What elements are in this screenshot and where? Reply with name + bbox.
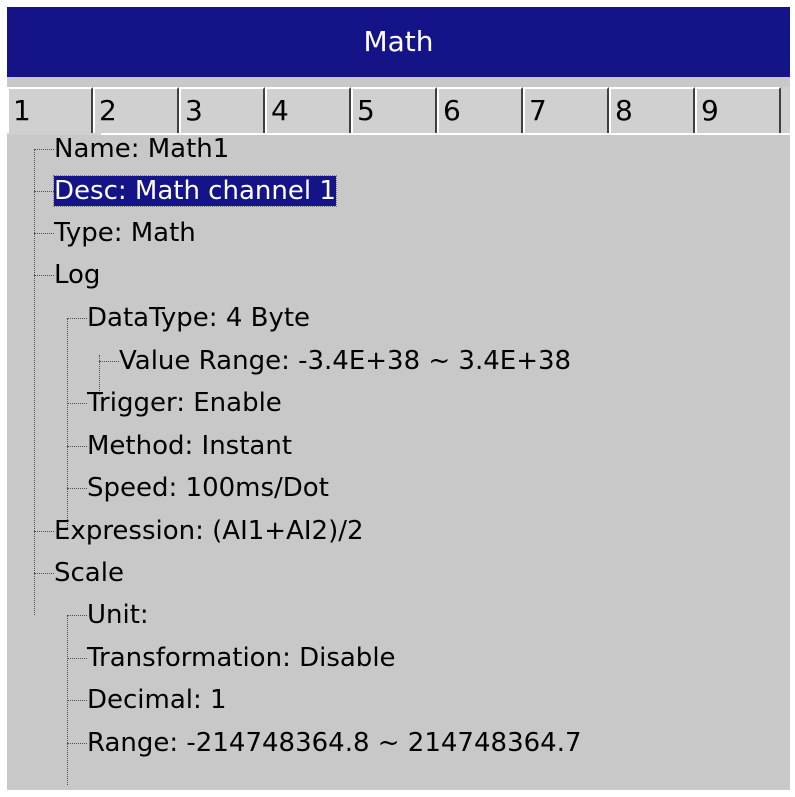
channel-tabs: 1 2 3 4 5 6 7 8 9 xyxy=(7,87,790,135)
tree-item-trigger[interactable]: Trigger: Enable xyxy=(87,386,282,420)
tree-connector-root xyxy=(34,149,35,615)
tree-item-range[interactable]: Range: -214748364.8 ~ 214748364.7 xyxy=(87,726,582,760)
tree-item-expression-label: Expression: (AI1+AI2)/2 xyxy=(54,516,364,546)
tree-branch xyxy=(67,318,87,319)
tree-item-value-range-label: Value Range: -3.4E+38 ~ 3.4E+38 xyxy=(119,346,572,376)
tree-item-name-label: Name: Math1 xyxy=(54,134,230,164)
tree-branch xyxy=(34,233,54,234)
tree-item-decimal[interactable]: Decimal: 1 xyxy=(87,683,227,717)
tree-branch xyxy=(34,149,54,150)
tree-item-type[interactable]: Type: Math xyxy=(54,216,196,250)
tab-3[interactable]: 3 xyxy=(179,87,265,133)
tree-item-method-label: Method: Instant xyxy=(87,431,293,461)
tree-item-scale[interactable]: Scale xyxy=(54,556,124,590)
tab-2[interactable]: 2 xyxy=(93,87,179,133)
tree-item-method[interactable]: Method: Instant xyxy=(87,429,292,463)
tab-8[interactable]: 8 xyxy=(609,87,695,133)
tree-branch xyxy=(34,275,54,276)
tree-branch xyxy=(99,361,119,362)
tree-item-speed-label: Speed: 100ms/Dot xyxy=(87,473,329,503)
tree-item-expression[interactable]: Expression: (AI1+AI2)/2 xyxy=(54,514,364,548)
tree-item-speed[interactable]: Speed: 100ms/Dot xyxy=(87,471,329,505)
tree-branch xyxy=(34,573,54,574)
tree-item-type-label: Type: Math xyxy=(54,218,196,248)
tree-item-transformation-label: Transformation: Disable xyxy=(87,643,396,673)
tree-item-transformation[interactable]: Transformation: Disable xyxy=(87,641,396,675)
tree-item-log[interactable]: Log xyxy=(54,258,100,292)
tree-branch xyxy=(67,743,87,744)
tree-item-desc[interactable]: Desc: Math channel 1 xyxy=(53,174,337,208)
tree-item-trigger-label: Trigger: Enable xyxy=(87,388,282,418)
tree-item-datatype[interactable]: DataType: 4 Byte xyxy=(87,301,310,335)
tree-item-range-label: Range: -214748364.8 ~ 214748364.7 xyxy=(87,728,582,758)
tree-item-name[interactable]: Name: Math1 xyxy=(54,132,229,166)
tab-9[interactable]: 9 xyxy=(695,87,781,133)
tree-branch xyxy=(67,403,87,404)
tab-4[interactable]: 4 xyxy=(265,87,351,133)
tree-item-decimal-label: Decimal: 1 xyxy=(87,685,227,715)
window-title: Math xyxy=(7,7,790,77)
tree-connector-log xyxy=(67,318,68,528)
tree-item-unit-label: Unit: xyxy=(87,600,149,630)
tree-branch xyxy=(67,700,87,701)
tree-branch xyxy=(34,531,54,532)
tree-branch xyxy=(67,615,87,616)
tab-5[interactable]: 5 xyxy=(351,87,437,133)
settings-tree: Name: Math1 Desc: Math channel 1 Type: M… xyxy=(7,132,790,790)
tree-item-unit[interactable]: Unit: xyxy=(87,598,149,632)
tree-branch xyxy=(67,488,87,489)
tree-item-log-label: Log xyxy=(54,260,101,290)
tab-7[interactable]: 7 xyxy=(523,87,609,133)
tree-branch xyxy=(67,446,87,447)
tree-item-datatype-label: DataType: 4 Byte xyxy=(87,303,311,333)
math-window: Math 1 2 3 4 5 6 7 8 9 Name: Math1 Desc:… xyxy=(7,7,790,790)
tree-item-value-range[interactable]: Value Range: -3.4E+38 ~ 3.4E+38 xyxy=(119,344,571,378)
tree-branch xyxy=(34,191,54,192)
tabstrip-spacer xyxy=(7,77,790,87)
tab-6[interactable]: 6 xyxy=(437,87,523,133)
tree-branch xyxy=(67,658,87,659)
tab-1[interactable]: 1 xyxy=(7,87,93,133)
tree-item-scale-label: Scale xyxy=(54,558,124,588)
tree-item-desc-label: Desc: Math channel 1 xyxy=(53,175,337,207)
